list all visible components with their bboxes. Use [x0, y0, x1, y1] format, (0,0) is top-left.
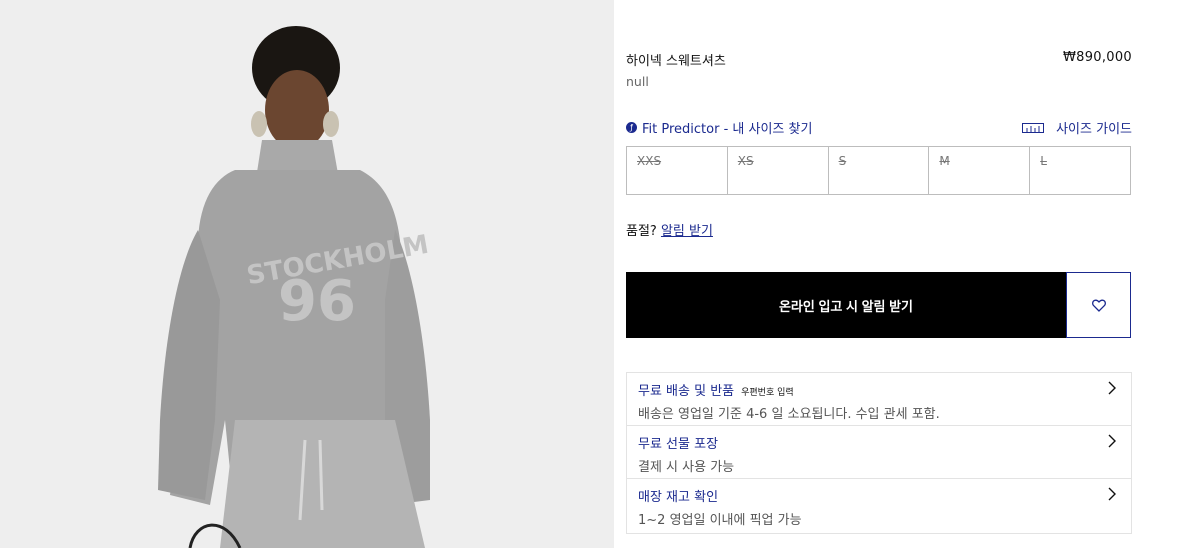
size-option-s[interactable]: S	[829, 147, 930, 194]
size-selector: XXS XS S M L	[626, 146, 1131, 195]
postcode-tag[interactable]: 우편번호 입력	[741, 385, 794, 398]
section-description: 결제 시 사용 가능	[638, 460, 735, 475]
store-stock-section[interactable]: 매장 재고 확인 1~2 영업일 이내에 픽업 가능	[627, 479, 1131, 533]
product-price: ₩890,000	[1062, 50, 1132, 65]
gift-wrap-section[interactable]: 무료 선물 포장 결제 시 사용 가능	[627, 426, 1131, 479]
soldout-text: 품절?	[626, 224, 657, 239]
chevron-right-icon	[1108, 487, 1116, 501]
info-accordion: 무료 배송 및 반품 우편번호 입력 배송은 영업일 기준 4-6 일 소요됩니…	[626, 372, 1132, 534]
product-name: 하이넥 스웨트셔츠	[626, 54, 726, 69]
product-subtitle: null	[626, 74, 649, 89]
ruler-icon	[1022, 122, 1045, 133]
model-photo: STOCKHOLM 96	[158, 26, 431, 548]
fit-predictor-link[interactable]: ƒ Fit Predictor - 내 사이즈 찾기	[626, 118, 812, 137]
product-header: 하이넥 스웨트셔츠 ₩890,000	[626, 50, 1132, 70]
section-title: 무료 선물 포장	[638, 437, 719, 452]
product-info-panel: 하이넥 스웨트셔츠 ₩890,000 null ƒ Fit Predictor …	[626, 0, 1132, 548]
print-text-96: 96	[278, 269, 356, 334]
size-option-m[interactable]: M	[929, 147, 1031, 194]
section-description: 배송은 영업일 기준 4-6 일 소요됩니다. 수입 관세 포함.	[638, 407, 940, 422]
chevron-right-icon	[1108, 434, 1116, 448]
section-title: 매장 재고 확인	[638, 490, 719, 505]
notify-link[interactable]: 알림 받기	[661, 224, 713, 239]
size-guide-link[interactable]: 사이즈 가이드	[1022, 118, 1132, 137]
section-description: 1~2 영업일 이내에 픽업 가능	[638, 513, 802, 528]
size-option-l[interactable]: L	[1030, 147, 1130, 194]
fit-predictor-label: Fit Predictor - 내 사이즈 찾기	[642, 122, 813, 137]
shipping-returns-section[interactable]: 무료 배송 및 반품 우편번호 입력 배송은 영업일 기준 4-6 일 소요됩니…	[627, 373, 1131, 426]
fit-row: ƒ Fit Predictor - 내 사이즈 찾기 사이즈 가이드	[626, 118, 1132, 138]
heart-icon	[1091, 299, 1106, 312]
fit-predictor-icon: ƒ	[626, 122, 637, 133]
wishlist-button[interactable]	[1066, 272, 1131, 338]
size-guide-label: 사이즈 가이드	[1056, 122, 1132, 137]
notify-restock-button[interactable]: 온라인 입고 시 알림 받기	[626, 272, 1066, 338]
chevron-right-icon	[1108, 381, 1116, 395]
product-image[interactable]: STOCKHOLM 96	[0, 0, 614, 548]
section-title: 무료 배송 및 반품	[638, 384, 735, 399]
size-option-xs[interactable]: XS	[728, 147, 829, 194]
soldout-notice: 품절? 알림 받기	[626, 220, 713, 239]
size-option-xxs[interactable]: XXS	[627, 147, 728, 194]
